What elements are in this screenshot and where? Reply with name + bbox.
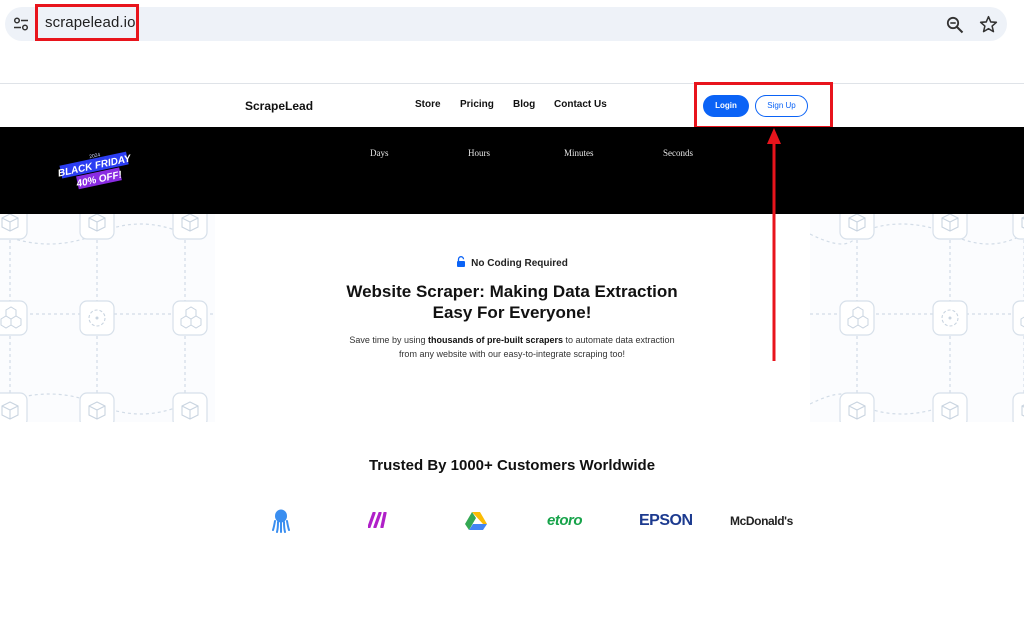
trusted-heading: Trusted By 1000+ Customers Worldwide <box>368 457 656 474</box>
url-annotation-box <box>35 4 139 41</box>
hero-subtitle: Save time by using thousands of pre-buil… <box>0 333 1024 361</box>
nav-link-store[interactable]: Store <box>415 99 441 110</box>
google-drive-logo <box>465 512 487 530</box>
hero-sub-post: to automate data extraction <box>563 335 675 345</box>
nav-link-blog[interactable]: Blog <box>513 99 535 110</box>
hero-sub-bold: thousands of pre-built scrapers <box>427 335 563 345</box>
site-navbar: ScrapeLead Store Pricing Blog Contact Us… <box>0 83 1024 127</box>
hero-sub-line2: from any website with our easy-to-integr… <box>398 349 626 359</box>
site-logo[interactable]: ScrapeLead <box>245 99 313 113</box>
bookmark-star-icon[interactable] <box>979 15 998 34</box>
nav-link-contact[interactable]: Contact Us <box>554 99 607 110</box>
nav-link-pricing[interactable]: Pricing <box>460 99 494 110</box>
mcdonalds-logo: McDonald's <box>730 514 793 528</box>
auth-annotation-box <box>694 82 833 129</box>
site-settings-icon[interactable] <box>13 16 29 32</box>
countdown-days: Days <box>370 148 389 158</box>
browser-toolbar: scrapelead.io <box>0 0 1024 48</box>
hero-sub-pre: Save time by using <box>349 335 428 345</box>
hero-title-line2: Easy For Everyone! <box>432 303 592 322</box>
black-friday-badge[interactable]: 2024 BLACK FRIDAY 40% OFF! <box>58 145 136 193</box>
hero-section: No Coding Required Website Scraper: Maki… <box>0 214 1024 422</box>
make-logo <box>368 512 387 528</box>
countdown-hours: Hours <box>468 148 490 158</box>
epson-logo: EPSON <box>639 512 693 529</box>
zoom-icon[interactable] <box>946 16 964 34</box>
black-friday-banner[interactable]: 2024 BLACK FRIDAY 40% OFF! Days Hours Mi… <box>0 127 1024 214</box>
hero-title-line1: Website Scraper: Making Data Extraction <box>346 282 678 301</box>
etoro-logo: etoro <box>547 512 583 529</box>
no-coding-badge: No Coding Required <box>0 256 1024 269</box>
countdown-seconds: Seconds <box>663 148 693 158</box>
lock-icon <box>457 256 466 267</box>
hero-title: Website Scraper: Making Data Extraction … <box>0 281 1024 323</box>
octopus-logo <box>272 509 290 533</box>
annotation-arrow <box>767 128 781 361</box>
no-coding-label: No Coding Required <box>471 258 568 269</box>
countdown-minutes: Minutes <box>564 148 594 158</box>
address-bar[interactable]: scrapelead.io <box>5 7 1007 41</box>
